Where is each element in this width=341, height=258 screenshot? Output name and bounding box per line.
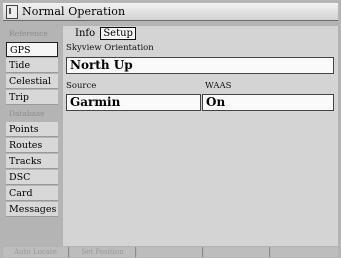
skyview-orientation-label: Skyview Orientation — [66, 43, 154, 53]
sidebar-item-trip[interactable]: Trip — [6, 90, 58, 105]
sidebar-item-celestial[interactable]: Celestial — [6, 74, 58, 89]
waas-field[interactable]: On — [202, 94, 334, 111]
waas-label: WAAS — [205, 81, 232, 91]
screen: Normal Operation Reference GPS Tide Cele… — [0, 0, 341, 258]
sidebar-item-points[interactable]: Points — [6, 122, 58, 137]
softkey-3[interactable] — [137, 247, 203, 257]
page-title: Normal Operation — [22, 5, 126, 18]
softkey-set-position[interactable]: Set Position — [70, 247, 136, 257]
sidebar-section-reference: Reference — [9, 29, 48, 38]
skyview-orientation-field[interactable]: North Up — [66, 57, 334, 74]
softkey-auto-locate[interactable]: Auto Locate — [3, 247, 69, 257]
sidebar-item-tide[interactable]: Tide — [6, 58, 58, 73]
softkey-4[interactable] — [204, 247, 270, 257]
sidebar-item-dsc[interactable]: DSC — [6, 170, 58, 185]
sidebar-item-tracks[interactable]: Tracks — [6, 154, 58, 169]
sidebar-section-database: Database — [9, 109, 45, 118]
sidebar: Reference GPS Tide Celestial Trip Databa… — [6, 26, 58, 218]
source-label: Source — [66, 81, 97, 91]
sidebar-item-messages[interactable]: Messages — [6, 202, 58, 217]
sidebar-item-routes[interactable]: Routes — [6, 138, 58, 153]
softkey-5[interactable] — [271, 247, 338, 257]
softkey-bar: Auto Locate Set Position — [3, 247, 338, 257]
main-panel: Info Setup Skyview Orientation North Up … — [63, 26, 338, 246]
source-field[interactable]: Garmin — [66, 94, 201, 111]
sidebar-item-gps[interactable]: GPS — [6, 42, 58, 57]
tab-setup[interactable]: Setup — [100, 27, 136, 40]
tab-info[interactable]: Info — [73, 27, 97, 40]
sidebar-item-card[interactable]: Card — [6, 186, 58, 201]
title-bar: Normal Operation — [3, 3, 338, 21]
tab-bar: Info Setup — [73, 27, 136, 40]
page-icon — [6, 5, 18, 19]
